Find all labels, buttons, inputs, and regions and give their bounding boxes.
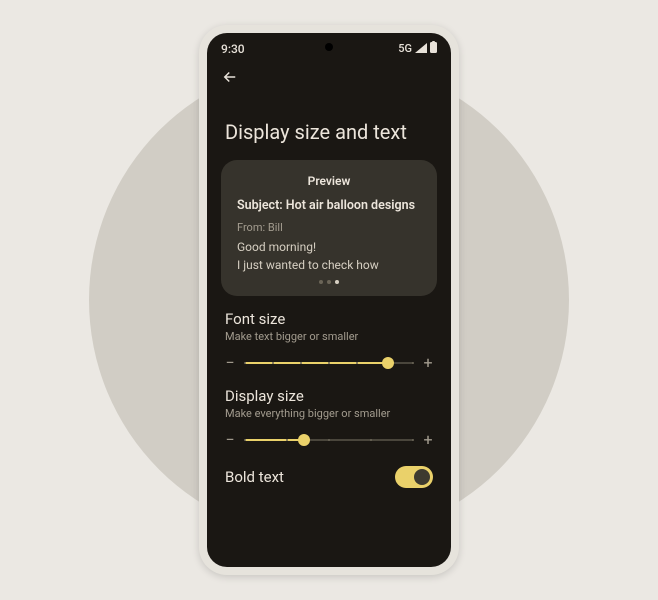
font-size-minus[interactable]: − bbox=[225, 353, 235, 372]
font-size-slider-row: − + bbox=[225, 353, 433, 373]
preview-from: From: Bill bbox=[237, 221, 421, 234]
font-size-slider[interactable] bbox=[245, 353, 413, 373]
toggle-thumb bbox=[414, 469, 430, 485]
display-size-title: Display size bbox=[225, 387, 433, 405]
preview-line1: Good morning! bbox=[237, 240, 421, 254]
display-size-subtitle: Make everything bigger or smaller bbox=[225, 407, 433, 420]
page-title: Display size and text bbox=[207, 98, 451, 160]
display-size-minus[interactable]: − bbox=[225, 430, 235, 449]
preview-subject: Subject: Hot air balloon designs bbox=[237, 198, 421, 215]
slider-thumb[interactable] bbox=[298, 434, 310, 446]
phone-frame: 9:30 5G Display size and text Preview Su… bbox=[199, 25, 459, 575]
slider-thumb[interactable] bbox=[382, 357, 394, 369]
status-right: 5G bbox=[398, 41, 437, 56]
font-size-plus[interactable]: + bbox=[423, 353, 433, 372]
battery-icon bbox=[430, 41, 437, 56]
dot bbox=[319, 280, 323, 284]
preview-label: Preview bbox=[237, 174, 421, 188]
dot-active bbox=[335, 280, 339, 284]
slider-fill bbox=[245, 439, 304, 441]
display-size-plus[interactable]: + bbox=[423, 430, 433, 449]
display-size-slider[interactable] bbox=[245, 430, 413, 450]
preview-card[interactable]: Preview Subject: Hot air balloon designs… bbox=[221, 160, 437, 296]
bold-text-toggle[interactable] bbox=[395, 466, 433, 488]
display-size-section: Display size Make everything bigger or s… bbox=[207, 373, 451, 450]
slider-fill bbox=[245, 362, 388, 364]
font-size-subtitle: Make text bigger or smaller bbox=[225, 330, 433, 343]
signal-icon bbox=[415, 42, 427, 56]
font-size-section: Font size Make text bigger or smaller − … bbox=[207, 296, 451, 373]
bold-text-row: Bold text bbox=[207, 450, 451, 488]
font-size-title: Font size bbox=[225, 310, 433, 328]
back-arrow-icon bbox=[221, 68, 239, 86]
back-button[interactable] bbox=[207, 60, 451, 98]
page-dots bbox=[237, 280, 421, 284]
phone-screen: 9:30 5G Display size and text Preview Su… bbox=[207, 33, 451, 567]
dot bbox=[327, 280, 331, 284]
status-time: 9:30 bbox=[221, 42, 245, 56]
display-size-slider-row: − + bbox=[225, 430, 433, 450]
network-label: 5G bbox=[398, 42, 412, 55]
front-camera bbox=[325, 43, 333, 51]
preview-line2: I just wanted to check how bbox=[237, 258, 421, 272]
bold-text-label: Bold text bbox=[225, 468, 284, 486]
